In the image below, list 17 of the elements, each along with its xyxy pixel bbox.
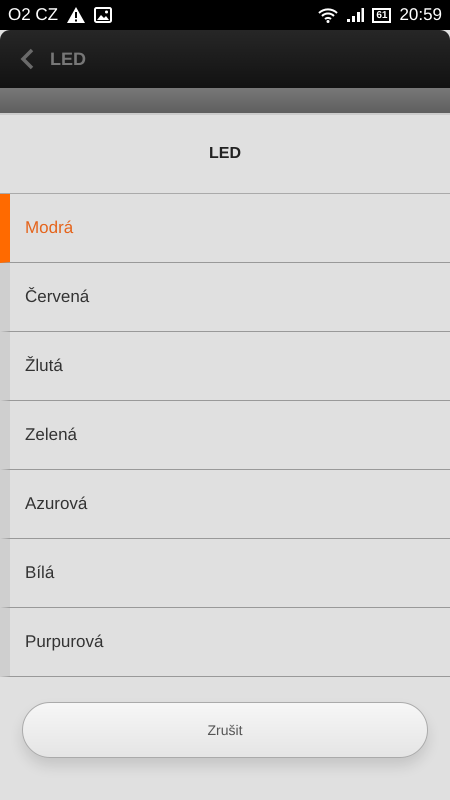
option-item[interactable]: Červená xyxy=(0,263,450,332)
image-icon xyxy=(94,7,112,23)
clock: 20:59 xyxy=(399,5,442,25)
signal-icon xyxy=(346,7,364,23)
carrier-name: O2 CZ xyxy=(8,5,58,25)
header-title: LED xyxy=(50,48,86,70)
option-item[interactable]: Zelená xyxy=(0,401,450,470)
wifi-icon xyxy=(318,7,338,23)
back-icon[interactable] xyxy=(20,48,34,70)
option-item[interactable]: Žlutá xyxy=(0,332,450,401)
dialog-title: LED xyxy=(0,115,450,194)
warning-icon xyxy=(66,6,86,24)
option-item[interactable]: Purpurová xyxy=(0,608,450,677)
option-item[interactable]: Azurová xyxy=(0,470,450,539)
cancel-button[interactable]: Zrušit xyxy=(22,702,428,758)
battery-icon: 61 xyxy=(372,8,392,22)
option-item[interactable]: Bílá xyxy=(0,539,450,608)
